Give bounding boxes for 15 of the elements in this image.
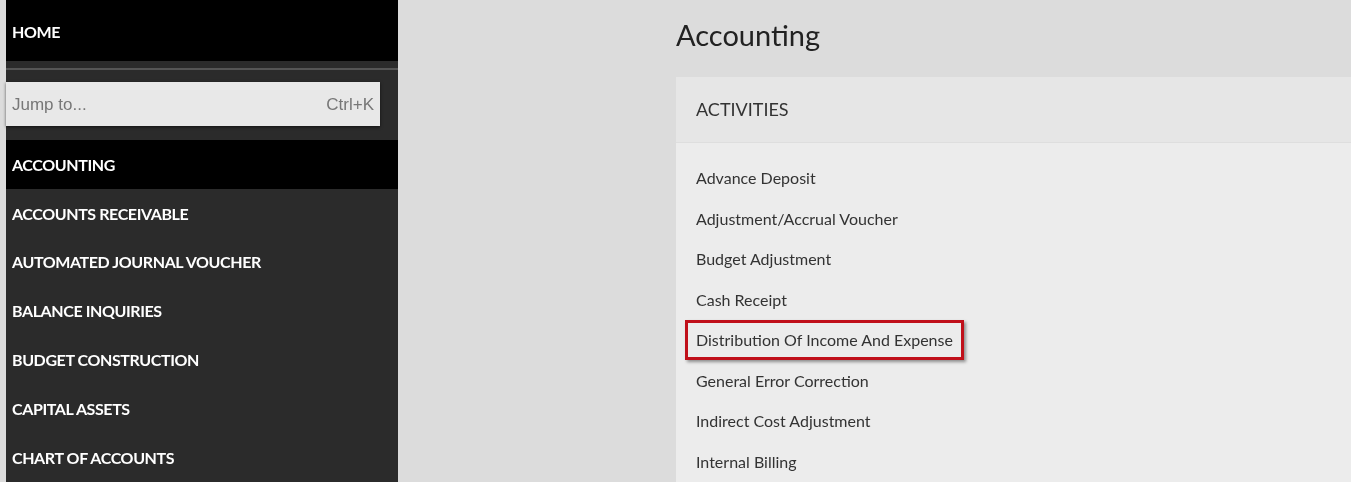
activity-link[interactable]: Advance Deposit	[696, 166, 816, 191]
activity-link[interactable]: Indirect Cost Adjustment	[696, 409, 871, 434]
home-link[interactable]: HOME	[6, 0, 398, 61]
activity-link[interactable]: Distribution Of Income And Expense	[685, 320, 964, 361]
activity-link[interactable]: Cash Receipt	[696, 287, 787, 312]
sidebar-item[interactable]: ACCOUNTING	[6, 140, 398, 190]
search-input[interactable]: Jump to...	[12, 91, 262, 118]
activity-link[interactable]: Budget Adjustment	[696, 247, 832, 272]
shortcut-hint: Ctrl+K	[326, 93, 374, 116]
activity-link[interactable]: Adjustment/Accrual Voucher	[696, 206, 898, 231]
search-field[interactable]: Jump to... Ctrl+K	[6, 82, 380, 127]
activity-link[interactable]: General Error Correction	[696, 368, 869, 393]
page-title: Accounting	[676, 16, 822, 54]
card-heading: ACTIVITIES	[696, 97, 789, 122]
activity-link[interactable]: Internal Billing	[696, 449, 797, 474]
